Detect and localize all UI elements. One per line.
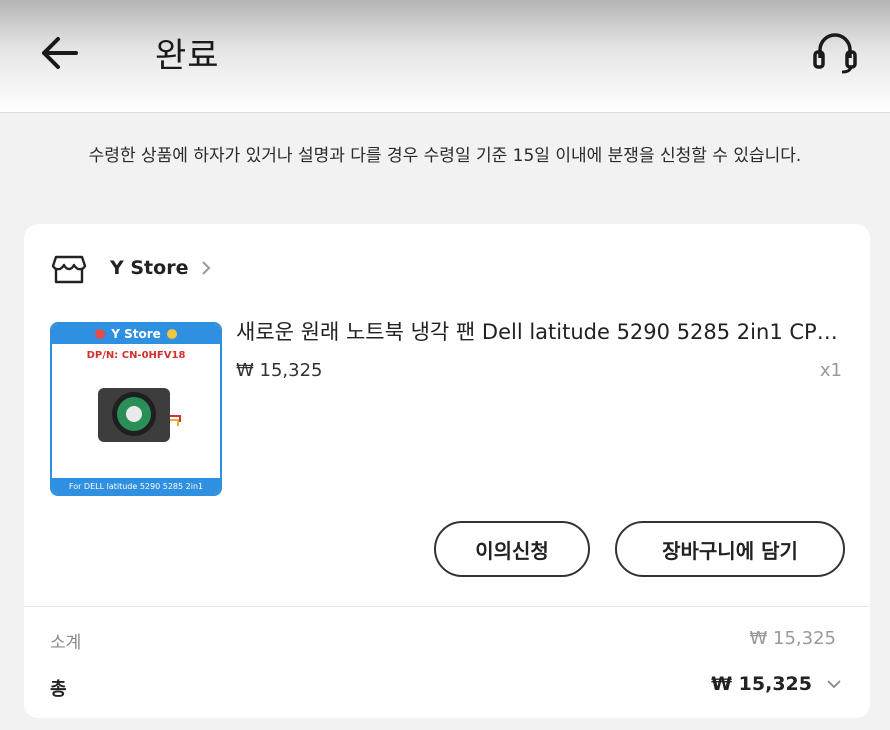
product-price: ₩ 15,325	[236, 360, 323, 381]
total-toggle[interactable]: ₩ 15,325	[711, 673, 842, 695]
badge-dot-icon	[95, 329, 106, 339]
product-title[interactable]: 새로운 원래 노트북 냉각 팬 Dell latitude 5290 5285 …	[236, 316, 844, 346]
product-image-banner-text: Y Store	[111, 327, 161, 341]
customer-support-button[interactable]	[806, 26, 864, 78]
total-value: ₩ 15,325	[711, 673, 812, 695]
divider	[24, 606, 870, 607]
add-to-cart-button[interactable]: 장바구니에 담기	[615, 521, 845, 577]
store-link[interactable]: Y Store	[50, 248, 212, 288]
cooling-fan-illustration	[98, 388, 181, 442]
product-image-part-number: DP/N: CN-0HFV18	[86, 350, 186, 361]
product-image-banner: Y Store	[52, 324, 220, 344]
chevron-down-icon	[827, 680, 841, 689]
bulb-icon	[166, 329, 177, 339]
product-image[interactable]: Y Store DP/N: CN-0HFV18 For DELL latitud…	[50, 322, 222, 496]
dispute-button[interactable]: 이의신청	[434, 521, 590, 577]
dispute-notice: 수령한 상품에 하자가 있거나 설명과 다를 경우 수령일 기준 15일 이내에…	[88, 146, 802, 166]
product-image-footer: For DELL latitude 5290 5285 2in1	[52, 478, 220, 494]
page-title: 완료	[155, 36, 220, 76]
headset-icon	[813, 33, 857, 74]
arrow-left-icon	[42, 37, 78, 69]
top-app-bar: 완료	[0, 0, 890, 113]
store-name: Y Store	[110, 257, 189, 279]
subtotal-value: ₩ 15,325	[749, 628, 836, 649]
back-button[interactable]	[34, 30, 84, 76]
product-quantity: x1	[819, 360, 842, 381]
store-icon	[51, 255, 87, 284]
chevron-right-icon	[202, 261, 211, 275]
total-label: 총	[50, 679, 67, 700]
subtotal-label: 소계	[50, 633, 82, 653]
order-card: Y Store Y Store DP/N: CN-0HFV18 For DELL…	[24, 224, 870, 718]
